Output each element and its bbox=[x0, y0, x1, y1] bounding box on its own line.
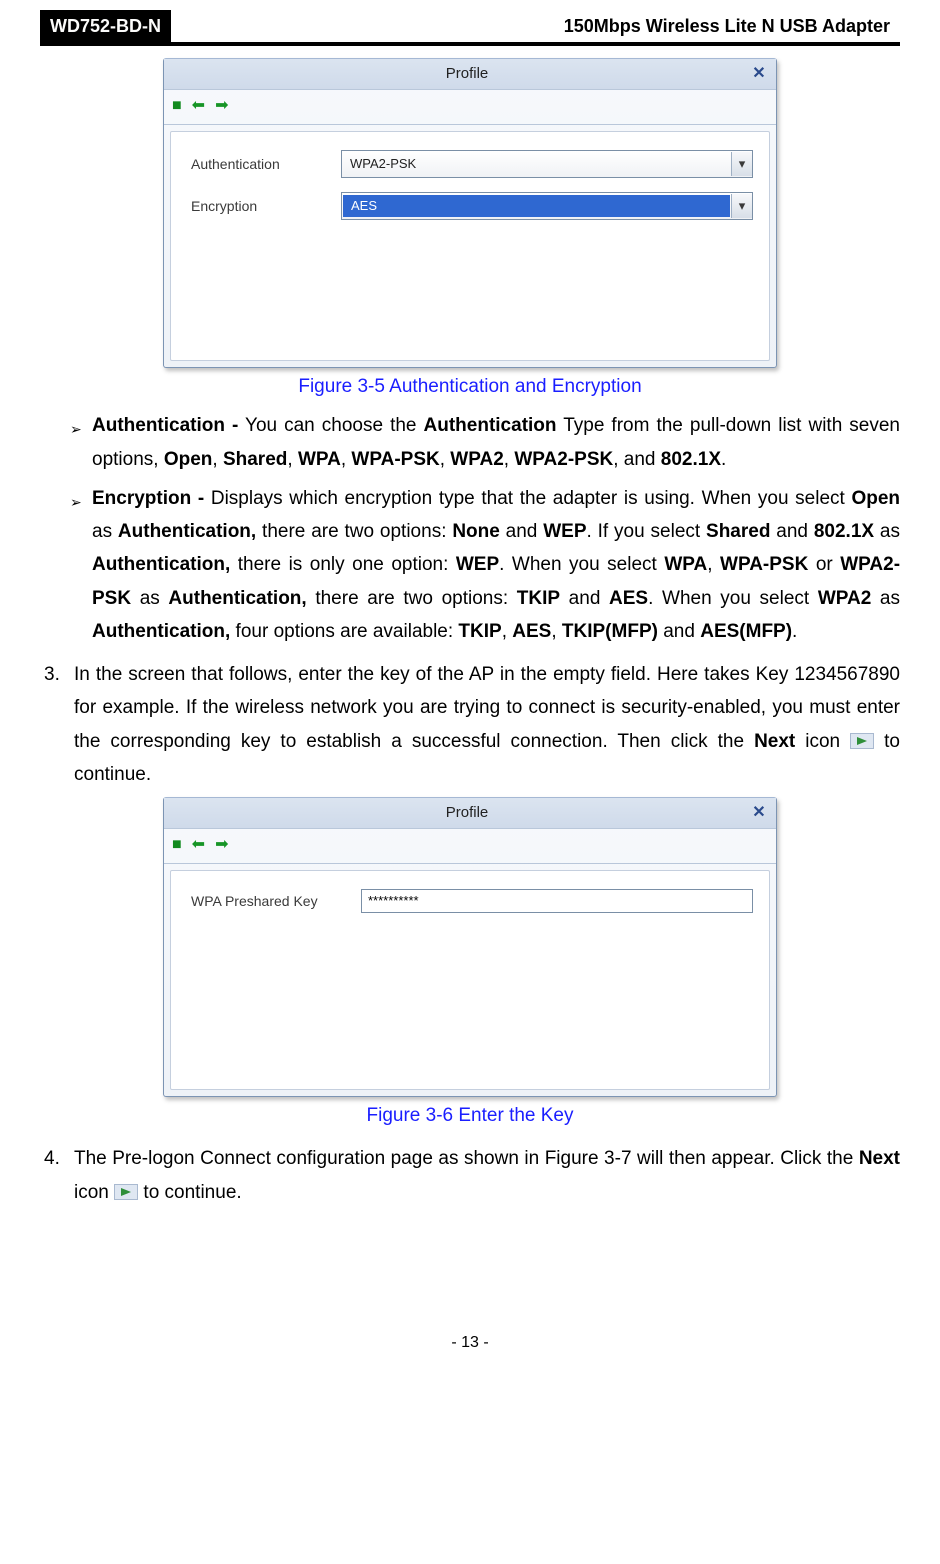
step-4: 4. The Pre-logon Connect configuration p… bbox=[44, 1142, 900, 1209]
window-body: WPA Preshared Key ********** bbox=[170, 870, 770, 1090]
titlebar: Profile ✕ bbox=[164, 798, 776, 829]
window-nav: ■ ⬅ ➡ bbox=[164, 829, 776, 864]
chevron-down-icon[interactable]: ▾ bbox=[731, 152, 752, 176]
model-badge: WD752-BD-N bbox=[40, 10, 171, 42]
window-body: Authentication WPA2-PSK ▾ Encryption AES… bbox=[170, 131, 770, 361]
bullet-text: Encryption - Displays which encryption t… bbox=[92, 482, 900, 648]
window-title: Profile bbox=[186, 800, 748, 826]
next-arrow-icon bbox=[114, 1184, 138, 1200]
forward-arrow-icon[interactable]: ➡ bbox=[215, 831, 228, 859]
stop-icon[interactable]: ■ bbox=[172, 831, 182, 859]
step-number: 3. bbox=[44, 658, 74, 791]
profile-window-1: Profile ✕ ■ ⬅ ➡ Authentication WPA2-PSK … bbox=[163, 58, 777, 368]
figure-caption-1: Figure 3-5 Authentication and Encryption bbox=[40, 370, 900, 403]
close-icon[interactable]: ✕ bbox=[748, 802, 770, 824]
key-label: WPA Preshared Key bbox=[187, 889, 361, 914]
preshared-key-input[interactable]: ********** bbox=[361, 889, 753, 913]
auth-value: WPA2-PSK bbox=[342, 153, 731, 176]
titlebar: Profile ✕ bbox=[164, 59, 776, 90]
doc-header: WD752-BD-N 150Mbps Wireless Lite N USB A… bbox=[40, 10, 900, 46]
step-number: 4. bbox=[44, 1142, 74, 1209]
close-icon[interactable]: ✕ bbox=[748, 63, 770, 85]
step-text: The Pre-logon Connect configuration page… bbox=[74, 1142, 900, 1209]
bullet-marker: ➢ bbox=[70, 482, 92, 648]
figure-caption-2: Figure 3-6 Enter the Key bbox=[40, 1099, 900, 1132]
step-3: 3. In the screen that follows, enter the… bbox=[44, 658, 900, 791]
enc-label: Encryption bbox=[187, 194, 341, 219]
bullet-marker: ➢ bbox=[70, 409, 92, 476]
doc-subtitle: 150Mbps Wireless Lite N USB Adapter bbox=[554, 10, 900, 42]
window-title: Profile bbox=[186, 61, 748, 87]
window-nav: ■ ⬅ ➡ bbox=[164, 90, 776, 125]
enc-dropdown[interactable]: AES ▾ bbox=[341, 192, 753, 220]
auth-label: Authentication bbox=[187, 152, 341, 177]
profile-window-2: Profile ✕ ■ ⬅ ➡ WPA Preshared Key ******… bbox=[163, 797, 777, 1097]
chevron-down-icon[interactable]: ▾ bbox=[731, 194, 752, 218]
bullet-text: Authentication - You can choose the Auth… bbox=[92, 409, 900, 476]
auth-dropdown[interactable]: WPA2-PSK ▾ bbox=[341, 150, 753, 178]
step-text: In the screen that follows, enter the ke… bbox=[74, 658, 900, 791]
back-arrow-icon[interactable]: ⬅ bbox=[192, 831, 205, 859]
stop-icon[interactable]: ■ bbox=[172, 92, 182, 120]
page-number: - 13 - bbox=[40, 1329, 900, 1377]
next-arrow-icon bbox=[850, 733, 874, 749]
bullet-encryption: ➢ Encryption - Displays which encryption… bbox=[70, 482, 900, 648]
back-arrow-icon[interactable]: ⬅ bbox=[192, 92, 205, 120]
enc-value: AES bbox=[343, 195, 730, 217]
forward-arrow-icon[interactable]: ➡ bbox=[215, 92, 228, 120]
bullet-authentication: ➢ Authentication - You can choose the Au… bbox=[70, 409, 900, 476]
